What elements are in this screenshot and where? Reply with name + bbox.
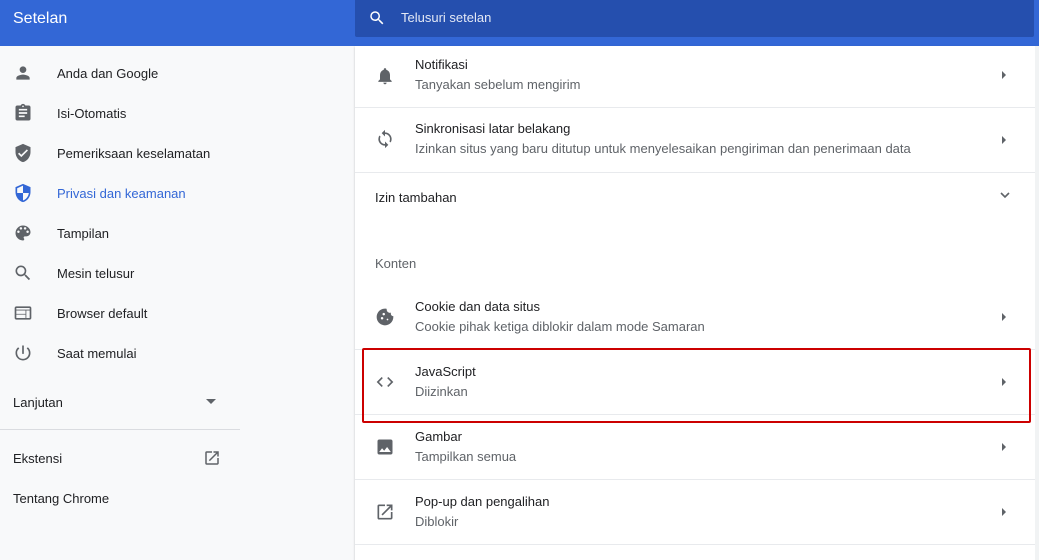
sidebar: Anda dan Google Isi-Otomatis Pemeriksaan… — [0, 46, 355, 560]
chevron-down-icon — [1000, 192, 1010, 199]
sidebar-item-on-startup[interactable]: Saat memulai — [0, 333, 240, 373]
advanced-label: Lanjutan — [13, 395, 63, 410]
advanced-toggle[interactable]: Lanjutan — [0, 382, 240, 422]
sidebar-item-you-and-google[interactable]: Anda dan Google — [0, 53, 240, 93]
row-title: JavaScript — [415, 364, 476, 379]
shield-check-icon — [13, 141, 33, 165]
sidebar-item-default-browser[interactable]: Browser default — [0, 293, 240, 333]
row-title: Notifikasi — [415, 57, 468, 72]
browser-window-icon — [13, 301, 33, 325]
row-subtitle: Tanyakan sebelum mengirim — [415, 77, 581, 92]
row-images[interactable]: Gambar Tampilkan semua — [355, 415, 1035, 479]
open-external-icon — [375, 502, 395, 522]
arrow-right-icon — [1002, 378, 1006, 386]
search-field[interactable]: Telusuri setelan — [355, 0, 1034, 37]
cookie-icon — [375, 307, 395, 327]
clipboard-icon — [13, 101, 33, 125]
row-title: Gambar — [415, 429, 462, 444]
person-icon — [13, 61, 33, 85]
caret-down-icon — [206, 399, 216, 404]
sidebar-item-autofill[interactable]: Isi-Otomatis — [0, 93, 240, 133]
row-javascript[interactable]: JavaScript Diizinkan — [355, 350, 1035, 414]
arrow-right-icon — [1002, 443, 1006, 451]
search-icon — [370, 11, 384, 25]
sidebar-item-search-engine[interactable]: Mesin telusur — [0, 253, 240, 293]
additional-permissions-toggle[interactable]: Izin tambahan — [355, 173, 1035, 219]
row-subtitle: Tampilkan semua — [415, 449, 517, 464]
extensions-label: Ekstensi — [13, 451, 63, 466]
sidebar-item-safety-check[interactable]: Pemeriksaan keselamatan — [0, 133, 240, 173]
sidebar-item-label: Pemeriksaan keselamatan — [57, 145, 211, 161]
row-subtitle: Cookie pihak ketiga diblokir dalam mode … — [415, 319, 705, 334]
row-subtitle: Diblokir — [415, 514, 459, 529]
row-divider — [355, 544, 1035, 545]
sidebar-item-label: Tampilan — [57, 225, 110, 241]
row-notifications[interactable]: Notifikasi Tanyakan sebelum mengirim — [355, 46, 1035, 107]
power-icon — [13, 341, 33, 365]
open-external-icon — [205, 451, 219, 465]
about-label: Tentang Chrome — [13, 491, 110, 506]
section-heading-content: Konten — [375, 256, 417, 271]
search-placeholder: Telusuri setelan — [401, 10, 492, 25]
shield-half-icon — [13, 181, 33, 205]
row-popups[interactable]: Pop-up dan pengalihan Diblokir — [355, 480, 1035, 544]
sidebar-item-label: Anda dan Google — [57, 65, 159, 81]
bell-icon — [375, 66, 395, 86]
row-subtitle: Diizinkan — [415, 384, 468, 399]
arrow-right-icon — [1002, 508, 1006, 516]
sidebar-item-label: Isi-Otomatis — [57, 105, 127, 121]
sidebar-item-about-chrome[interactable]: Tentang Chrome — [0, 478, 240, 518]
sidebar-item-extensions[interactable]: Ekstensi — [0, 438, 240, 478]
arrow-right-icon — [1002, 71, 1006, 79]
sidebar-item-label: Saat memulai — [57, 345, 137, 361]
search-icon — [13, 261, 33, 285]
additional-permissions-label: Izin tambahan — [375, 190, 457, 205]
image-icon — [375, 437, 395, 457]
sidebar-item-appearance[interactable]: Tampilan — [0, 213, 240, 253]
row-cookies[interactable]: Cookie dan data situs Cookie pihak ketig… — [355, 286, 1035, 348]
sync-icon — [375, 129, 395, 149]
arrow-right-icon — [1002, 136, 1006, 144]
settings-card: Notifikasi Tanyakan sebelum mengirim Sin… — [355, 46, 1035, 560]
row-background-sync[interactable]: Sinkronisasi latar belakang Izinkan situ… — [355, 108, 1035, 172]
top-app-bar: Setelan Telusuri setelan — [0, 0, 1039, 46]
sidebar-divider — [0, 429, 240, 430]
sidebar-item-privacy-security[interactable]: Privasi dan keamanan — [0, 173, 240, 213]
scrollbar[interactable] — [1035, 46, 1039, 560]
palette-icon — [13, 221, 33, 245]
code-brackets-icon — [375, 372, 395, 392]
sidebar-item-label: Mesin telusur — [57, 265, 135, 281]
page-title: Setelan — [13, 10, 68, 27]
row-title: Cookie dan data situs — [415, 299, 541, 314]
row-title: Sinkronisasi latar belakang — [415, 121, 571, 136]
sidebar-item-label: Browser default — [57, 305, 148, 321]
arrow-right-icon — [1002, 313, 1006, 321]
row-subtitle: Izinkan situs yang baru ditutup untuk me… — [415, 141, 911, 156]
sidebar-item-label: Privasi dan keamanan — [57, 185, 186, 201]
row-title: Pop-up dan pengalihan — [415, 494, 550, 509]
